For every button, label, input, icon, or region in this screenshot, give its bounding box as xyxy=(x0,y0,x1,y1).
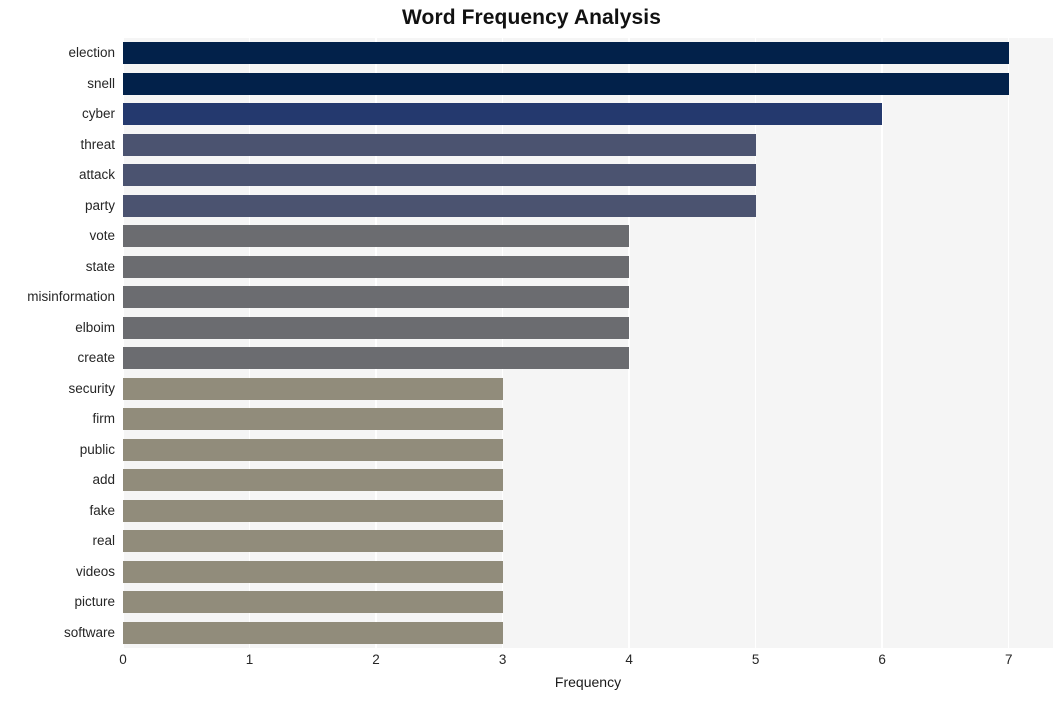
y-axis-tick-label: security xyxy=(68,380,115,396)
bar xyxy=(123,560,503,583)
word-frequency-chart: Word Frequency Analysis election snell cyb… xyxy=(0,0,1063,701)
bar xyxy=(123,377,503,400)
y-axis-tick-label: videos xyxy=(75,563,115,579)
plot-area xyxy=(123,38,1053,648)
bar xyxy=(123,591,503,614)
y-axis-tick-label: picture xyxy=(74,594,115,610)
y-axis-tick-label: add xyxy=(92,472,115,488)
y-axis-tick-label: public xyxy=(79,441,115,457)
y-axis-tick-label: software xyxy=(63,624,115,640)
y-axis-labels: election snell cyber threat attack party vote s… xyxy=(0,38,115,648)
x-axis-title: Frequency xyxy=(554,674,622,690)
bar xyxy=(123,408,503,431)
y-axis-tick-label: cyber xyxy=(81,106,115,122)
y-axis-tick-label: threat xyxy=(80,136,115,152)
bar xyxy=(123,316,630,339)
x-axis-tick-label: 4 xyxy=(625,652,633,667)
x-axis-tick-label: 2 xyxy=(372,652,380,667)
x-axis-tick-label: 7 xyxy=(1004,652,1013,667)
y-axis-tick-label: election xyxy=(68,45,115,61)
bar xyxy=(123,469,503,492)
bar xyxy=(123,194,756,217)
x-axis-tick-label: 3 xyxy=(498,652,507,667)
bar xyxy=(123,225,630,248)
y-axis-tick-label: create xyxy=(77,350,115,366)
x-axis-tick-label: 5 xyxy=(751,652,760,667)
y-axis-tick-label: elboim xyxy=(75,319,115,335)
bars-layer xyxy=(123,38,1053,648)
y-axis-tick-label: snell xyxy=(87,75,115,91)
bar xyxy=(123,164,756,187)
x-axis-tick-label: 6 xyxy=(878,652,886,667)
bar xyxy=(123,286,630,309)
bar xyxy=(123,530,503,553)
y-axis-tick-label: misinformation xyxy=(27,289,115,305)
x-axis-tick-label: 0 xyxy=(119,652,127,667)
bar xyxy=(123,347,630,370)
x-axis-ticks: 0 1 2 3 4 5 6 7 xyxy=(0,652,1063,674)
y-axis-tick-label: vote xyxy=(89,228,115,244)
y-axis-tick-label: real xyxy=(92,533,115,549)
bar xyxy=(123,42,1009,65)
bar xyxy=(123,72,1009,95)
y-axis-tick-label: state xyxy=(85,258,115,274)
chart-title: Word Frequency Analysis xyxy=(401,6,662,29)
bar xyxy=(123,255,630,278)
y-axis-tick-label: party xyxy=(84,197,115,213)
y-axis-tick-label: fake xyxy=(89,502,115,518)
x-axis-tick-label: 1 xyxy=(245,652,254,667)
bar xyxy=(123,499,503,522)
y-axis-tick-label: attack xyxy=(78,167,115,183)
bar xyxy=(123,438,503,461)
bar xyxy=(123,133,756,156)
bar xyxy=(123,103,883,126)
bar xyxy=(123,621,503,644)
y-axis-tick-label: firm xyxy=(92,411,116,427)
